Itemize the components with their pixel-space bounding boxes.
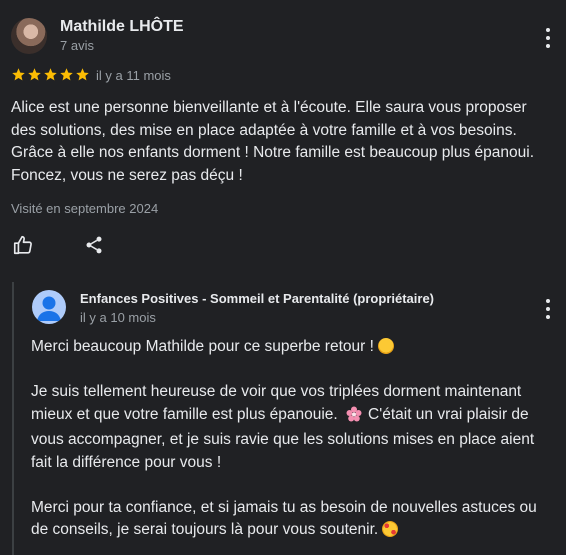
share-button[interactable] xyxy=(84,235,104,260)
thumbs-up-icon xyxy=(13,235,32,255)
reply-line: Je suis tellement heureuse de voir que v… xyxy=(31,383,522,400)
visited-date: Visité en septembre 2024 xyxy=(11,201,159,216)
review-line: des solutions, des mise en place adaptée… xyxy=(11,121,517,139)
person-icon xyxy=(37,296,61,321)
star-icon xyxy=(28,68,41,81)
reply-divider xyxy=(12,282,14,555)
share-icon xyxy=(86,236,102,254)
reply-text: Merci beaucoup Mathilde pour ce superbe … xyxy=(31,336,556,542)
reply-line: C'était un vrai plaisir de xyxy=(368,405,529,423)
smiling-face-with-hearts-emoji-icon xyxy=(382,521,399,537)
rating-stars xyxy=(11,67,90,82)
review-line: Grâce à elle nos enfants dorment ! Notre… xyxy=(11,144,535,161)
reply-paragraph-1: Merci beaucoup Mathilde pour ce superbe … xyxy=(31,336,556,359)
reply-paragraph-3: Merci pour ta confiance, et si jamais tu… xyxy=(31,497,556,542)
review-more-options-icon[interactable] xyxy=(545,28,551,48)
reply-paragraph-2: Je suis tellement heureuse de voir que v… xyxy=(31,381,556,474)
reply-more-options-icon[interactable] xyxy=(545,299,551,319)
review-line: Foncez, vous ne serez pas déçu ! xyxy=(11,166,243,184)
reply-line: fait la différence pour vous ! xyxy=(31,453,222,471)
smiling-face-emoji-icon xyxy=(377,338,394,354)
cherry-blossom-emoji-icon xyxy=(346,406,362,430)
review-time: il y a 11 mois xyxy=(96,68,171,83)
reply-line: de conseils, je serai toujours là pour v… xyxy=(31,521,379,538)
like-button[interactable] xyxy=(12,234,34,261)
star-icon xyxy=(76,68,89,81)
review-line: Alice est une personne bienveillante et … xyxy=(11,99,527,116)
reviewer-review-count: 7 avis xyxy=(60,38,94,53)
review-text: Alice est une personne bienveillante et … xyxy=(11,97,534,187)
reply-line: Merci beaucoup Mathilde pour ce superbe … xyxy=(31,338,374,355)
star-icon xyxy=(60,68,73,81)
star-icon xyxy=(44,68,57,81)
owner-avatar xyxy=(32,290,66,324)
reply-line: vous accompagner, et je suis ravie que l… xyxy=(31,431,535,448)
reviewer-avatar[interactable] xyxy=(11,18,47,54)
owner-name: Enfances Positives - Sommeil et Parental… xyxy=(80,291,435,306)
reviewer-name[interactable]: Mathilde LHÔTE xyxy=(60,18,184,36)
reply-time: il y a 10 mois xyxy=(80,310,156,325)
reply-line: Merci pour ta confiance, et si jamais tu… xyxy=(31,498,537,516)
reply-line: mieux et que votre famille est plus épan… xyxy=(31,405,338,423)
star-icon xyxy=(12,68,25,81)
